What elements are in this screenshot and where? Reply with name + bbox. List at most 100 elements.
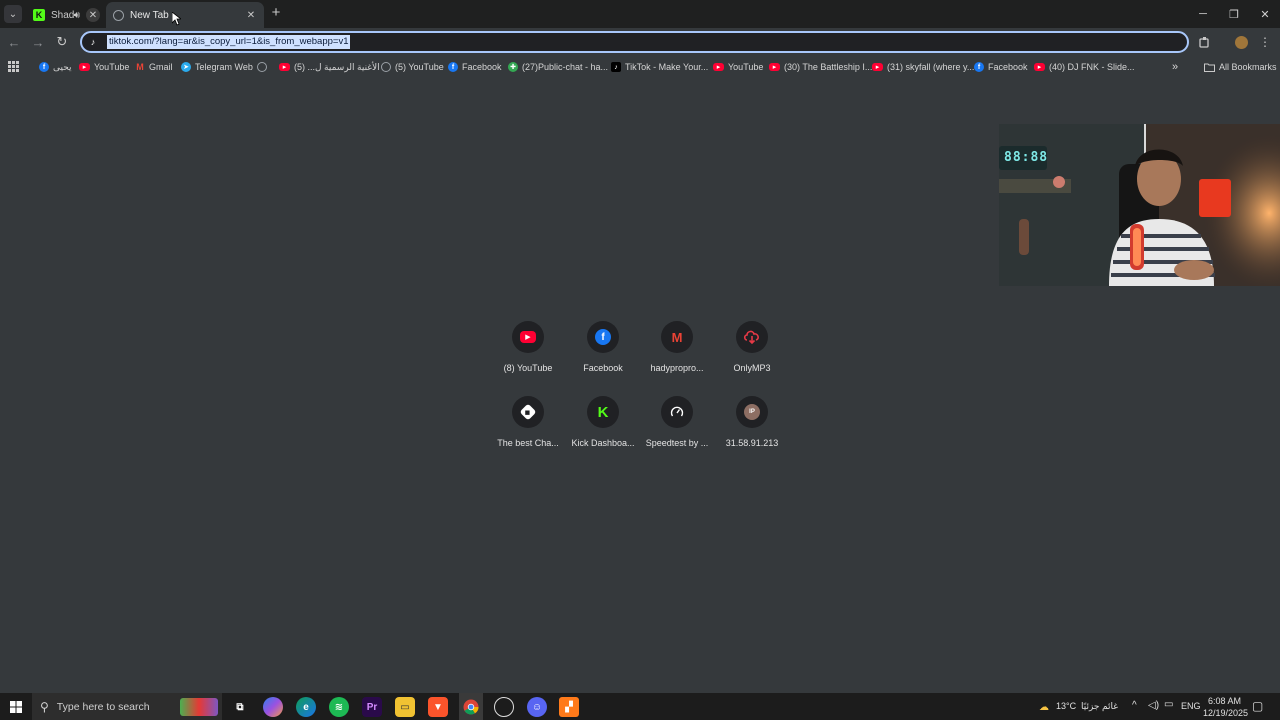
taskbar-search-box[interactable]: ⚲ Type here to search: [32, 693, 222, 720]
forward-icon[interactable]: →: [30, 34, 46, 50]
globe-icon: [113, 9, 124, 21]
close-window-icon[interactable]: ✕: [1255, 4, 1275, 24]
bookmark-item[interactable]: (5) YouTube: [381, 60, 444, 74]
ip-icon: IP: [744, 404, 760, 420]
search-icon: ⚲: [40, 699, 49, 714]
bookmark-item[interactable]: [257, 60, 271, 74]
bookmark-item[interactable]: ▸ YouTube: [713, 60, 763, 74]
task-view-icon[interactable]: ⧉: [230, 697, 250, 717]
discord-icon[interactable]: ☺: [527, 697, 547, 717]
restore-icon[interactable]: ❐: [1224, 4, 1244, 24]
bookmark-label: يحيى: [53, 61, 72, 72]
tiktok-icon: ♪: [87, 36, 99, 48]
gmail-icon: M: [136, 62, 144, 72]
bookmark-label: YouTube: [728, 62, 764, 72]
bookmark-item[interactable]: ✚ (27)Public-chat - ha...: [508, 60, 608, 74]
speaker-icon[interactable]: 🔊︎: [74, 10, 80, 21]
speedometer-icon: [670, 406, 684, 417]
shortcut-tile[interactable]: M hadypropro...: [639, 321, 715, 373]
copilot-icon[interactable]: [263, 697, 283, 717]
shortcut-tile[interactable]: OnlyMP3: [714, 321, 790, 373]
clock-date[interactable]: 12/19/2025: [1203, 708, 1248, 718]
close-tab-icon[interactable]: ✕: [86, 8, 100, 22]
webcam-feed-image: [999, 124, 1280, 286]
folder-icon: [1204, 63, 1215, 72]
shortcut-label: The best Cha...: [497, 438, 559, 448]
address-bar[interactable]: ♪ tiktok.com/?lang=ar&is_copy_url=1&is_f…: [80, 31, 1189, 53]
premiere-pro-icon[interactable]: Pr: [362, 697, 382, 717]
obs-icon[interactable]: [494, 697, 514, 717]
back-icon[interactable]: ←: [6, 34, 22, 50]
app-icon[interactable]: ▞: [559, 697, 579, 717]
facebook-icon: f: [448, 62, 458, 72]
taskbar: ⚲ Type here to search ⧉ e ≋ Pr ▭ ▼ ☺ ▞ ☁…: [0, 693, 1280, 720]
new-tab-button[interactable]: +: [268, 5, 284, 21]
weather-temp[interactable]: 13°C: [1056, 701, 1076, 711]
shortcut-label: Kick Dashboa...: [571, 438, 635, 448]
bookmark-label: Gmail: [149, 62, 173, 72]
bookmark-label: (27)Public-chat - ha...: [522, 62, 609, 72]
more-bookmarks-chevron-icon[interactable]: »: [1172, 60, 1178, 74]
apps-grid-icon[interactable]: [8, 61, 19, 72]
weather-icon[interactable]: ☁: [1034, 697, 1054, 717]
bookmark-item[interactable]: f يحيى: [39, 60, 72, 74]
reload-icon[interactable]: ↻: [54, 34, 70, 50]
minimize-icon[interactable]: ─: [1193, 4, 1213, 24]
bookmark-item[interactable]: ▸ YouTube: [79, 60, 129, 74]
bookmark-label: (31) skyfall (where y...: [887, 62, 975, 72]
tab-strip: ⌄ K Shad 🔊︎ ✕ New Tab ✕ + ─ ❐ ✕: [0, 0, 1280, 28]
bookmark-label: Telegram Web: [195, 62, 253, 72]
windows-start-icon[interactable]: [6, 697, 26, 717]
tab-kick[interactable]: K Shad 🔊︎ ✕: [26, 2, 106, 28]
bookmark-item[interactable]: ▸ الأغنية الرسمية ل... (5): [279, 60, 380, 74]
shortcut-tile[interactable]: ◆ The best Cha...: [490, 396, 566, 448]
shortcut-tile[interactable]: f Facebook: [565, 321, 641, 373]
bookmark-item[interactable]: ➤ Telegram Web: [181, 60, 253, 74]
shortcut-label: (8) YouTube: [503, 363, 553, 373]
brave-icon[interactable]: ▼: [428, 697, 448, 717]
youtube-icon: ▸: [79, 63, 90, 71]
spotify-icon[interactable]: ≋: [329, 697, 349, 717]
weather-description[interactable]: غائم جزئيًا: [1081, 701, 1118, 712]
bookmark-item[interactable]: ♪ TikTok - Make Your...: [611, 60, 708, 74]
menu-kebab-icon[interactable]: ⋮: [1257, 34, 1273, 50]
youtube-icon: ▸: [1034, 63, 1045, 71]
tiktok-icon: ♪: [611, 62, 621, 72]
chrome-icon[interactable]: [459, 693, 483, 720]
profile-avatar[interactable]: [1233, 34, 1249, 50]
bookmark-item[interactable]: ▸ (40) DJ FNK - Slide...: [1034, 60, 1135, 74]
shortcut-tile[interactable]: ▶ (8) YouTube: [490, 321, 566, 373]
network-icon[interactable]: ▭: [1164, 699, 1173, 710]
shortcut-tile[interactable]: Speedtest by ...: [639, 396, 715, 448]
edge-icon[interactable]: e: [296, 697, 316, 717]
tab-new-tab[interactable]: New Tab ✕: [106, 2, 264, 28]
tab-title: Shad: [51, 9, 74, 21]
language-indicator[interactable]: ENG: [1181, 701, 1201, 711]
globe-icon: [381, 62, 391, 72]
puzzle-icon: ✚: [508, 62, 518, 72]
clock-time[interactable]: 6:08 AM: [1208, 696, 1241, 706]
shortcut-tile[interactable]: K Kick Dashboa...: [565, 396, 641, 448]
bookmark-item[interactable]: f Facebook: [974, 60, 1028, 74]
tab-search-chevron-icon[interactable]: ⌄: [4, 5, 22, 23]
notifications-icon[interactable]: ▢: [1252, 699, 1263, 713]
shortcut-tile[interactable]: IP 31.58.91.213: [714, 396, 790, 448]
tray-chevron-icon[interactable]: ^: [1132, 700, 1137, 711]
extensions-puzzle-icon[interactable]: [1197, 34, 1213, 50]
bookmark-label: (5) YouTube: [395, 62, 444, 72]
bookmark-item[interactable]: M Gmail: [135, 60, 173, 74]
bookmark-item[interactable]: f Facebook: [448, 60, 502, 74]
webcam-clock: 88:88: [1004, 150, 1049, 165]
all-bookmarks-button[interactable]: All Bookmarks: [1204, 60, 1277, 74]
volume-icon[interactable]: ◁): [1148, 700, 1159, 711]
kick-icon: K: [33, 9, 45, 21]
youtube-icon: ▶: [520, 331, 536, 343]
bookmarks-bar: f يحيى ▸ YouTube M Gmail ➤ Telegram Web ▸ الأ…: [0, 57, 1280, 77]
bookmark-label: YouTube: [94, 62, 130, 72]
close-tab-icon[interactable]: ✕: [244, 8, 258, 22]
file-explorer-icon[interactable]: ▭: [395, 697, 415, 717]
bookmark-label: (40) DJ FNK - Slide...: [1049, 62, 1135, 72]
address-bar-url[interactable]: tiktok.com/?lang=ar&is_copy_url=1&is_fro…: [107, 35, 351, 49]
bookmark-item[interactable]: ▸ (30) The Battleship I...: [769, 60, 872, 74]
bookmark-item[interactable]: ▸ (31) skyfall (where y...: [872, 60, 974, 74]
